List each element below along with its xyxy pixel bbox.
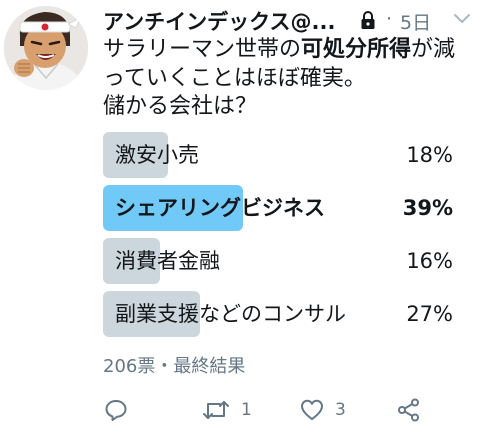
poll-option-label: 副業支援などのコンサル <box>115 302 346 326</box>
avatar[interactable] <box>4 6 88 90</box>
like-button[interactable]: 3 <box>299 395 346 425</box>
tweet-text-line-1: サラリーマン世帯の可処分所得が減 <box>103 36 473 65</box>
poll-meta: 206票・最終結果 <box>103 356 246 377</box>
retweet-icon <box>203 401 229 419</box>
time-separator: · <box>386 8 393 30</box>
poll-option: シェアリングビジネス 39% <box>103 185 453 231</box>
tweet-header: アンチインデックス@... · 5日 <box>103 4 473 36</box>
heart-icon <box>301 399 323 420</box>
poll-option-label: 消費者金融 <box>115 249 220 273</box>
retweet-button[interactable]: 1 <box>201 395 252 425</box>
tweet-text-line-3: 儲かる会社は？ <box>103 93 473 122</box>
display-name[interactable]: アンチインデックス@... <box>103 6 353 36</box>
poll-option: 副業支援などのコンサル 27% <box>103 291 453 337</box>
poll-option-label: シェアリングビジネス <box>115 196 325 220</box>
text-segment: 儲かる会社は？ <box>103 94 258 119</box>
poll-option: 激安小売 18% <box>103 132 453 178</box>
poll-option-label: 激安小売 <box>115 143 199 167</box>
text-segment: サラリーマン世帯の <box>103 37 302 62</box>
tweet-actions: 1 3 <box>103 395 473 425</box>
avatar-image <box>4 6 88 90</box>
text-segment: が減 <box>411 37 456 62</box>
retweet-count: 1 <box>241 400 252 420</box>
tweet-text-line-2: っていくことはほぼ確実。 <box>103 65 473 94</box>
poll-option-percent: 39% <box>402 196 453 220</box>
poll-option-percent: 16% <box>406 249 453 273</box>
tweet[interactable]: アンチインデックス@... · 5日 サラリーマン世帯の可処分所得が減 っていく… <box>0 0 480 437</box>
tweet-text: サラリーマン世帯の可処分所得が減 っていくことはほぼ確実。 儲かる会社は？ <box>103 36 473 122</box>
reply-button[interactable] <box>103 395 139 425</box>
chevron-down-icon[interactable] <box>453 12 471 26</box>
poll-option-percent: 18% <box>406 143 453 167</box>
timestamp[interactable]: 5日 <box>400 8 431 35</box>
text-segment: っていくことはほぼ確実。 <box>103 65 366 91</box>
reply-icon <box>105 400 127 421</box>
like-count: 3 <box>335 400 346 420</box>
lock-icon <box>361 11 375 29</box>
poll-option-percent: 27% <box>406 302 453 326</box>
text-bold-segment: 可処分所得 <box>301 37 412 62</box>
share-button[interactable] <box>396 395 422 425</box>
share-icon <box>398 398 419 422</box>
poll-option: 消費者金融 16% <box>103 238 453 284</box>
